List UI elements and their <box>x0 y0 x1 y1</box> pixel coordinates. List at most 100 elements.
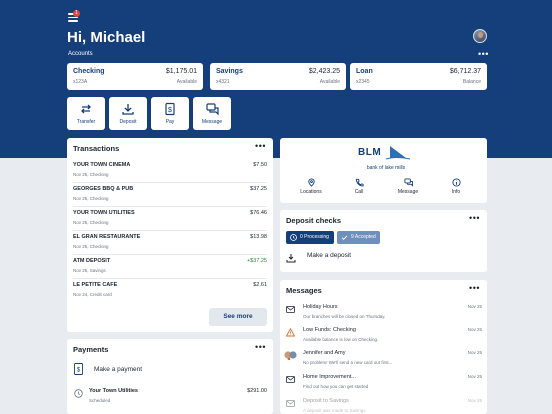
envelope-icon <box>286 400 295 407</box>
transaction-amount: +$37.25 <box>246 258 267 264</box>
transaction-row[interactable]: GEORGES BBQ & PUB Nov 25, Checking $37.2… <box>73 183 267 207</box>
message-row[interactable]: Low Funds: Checking Available balance is… <box>286 325 482 347</box>
message-preview: A deposit was made to Savings <box>303 408 366 413</box>
deposit-checks-title: Deposit checks <box>286 216 342 225</box>
accounts-more-icon[interactable]: ••• <box>478 49 489 59</box>
account-name: Checking <box>73 68 105 75</box>
processing-pill[interactable]: 0 Processing <box>286 231 334 244</box>
clock-icon <box>290 234 297 241</box>
transactions-card: Transactions ••• YOUR TOWN CINEMA Nov 25… <box>67 138 273 332</box>
account-amount-label: Available <box>176 79 197 85</box>
deposit-icon <box>122 104 134 115</box>
message-row[interactable]: Holiday Hours Our branches will be close… <box>286 302 482 324</box>
account-number: x123A <box>73 79 88 85</box>
payments-title: Payments <box>73 345 109 354</box>
account-amount-label: Available <box>319 79 340 85</box>
pay-label: Pay <box>165 119 175 125</box>
transaction-detail: Nov 25, Checking <box>73 196 109 201</box>
bank-message-label: Message <box>397 189 419 195</box>
transactions-more-icon[interactable]: ••• <box>255 141 266 151</box>
info-link[interactable]: Info <box>436 178 476 195</box>
transaction-row[interactable]: YOUR TOWN UTILITIES Nov 25, Checking $76… <box>73 207 267 231</box>
transaction-name: GEORGES BBQ & PUB <box>73 186 134 192</box>
transaction-row[interactable]: EL GRAN RESTAURANTE Nov 25, Checking $13… <box>73 231 267 255</box>
greeting: Hi, Michael <box>67 29 146 46</box>
notification-badge: 1 <box>73 10 80 17</box>
account-card-savings[interactable]: Savings x4321 $2,423.25 Available <box>210 63 346 90</box>
envelope-icon <box>286 376 295 383</box>
make-deposit-link[interactable]: Make a deposit <box>307 252 351 259</box>
locations-label: Locations <box>300 189 322 195</box>
transaction-row[interactable]: LE PETITE CAFE Nov 24, Credit card $2.61 <box>73 279 267 303</box>
transfer-icon <box>81 104 91 114</box>
bank-message-link[interactable]: Message <box>388 178 428 195</box>
transaction-detail: Nov 25, Checking <box>73 172 109 177</box>
accepted-label: 9 Accepted <box>351 234 376 240</box>
accepted-pill[interactable]: 9 Accepted <box>337 231 380 244</box>
account-amount-label: Balance <box>462 79 481 85</box>
messages-more-icon[interactable]: ••• <box>469 283 480 293</box>
see-more-button[interactable]: See more <box>209 308 267 326</box>
sail-logo-icon <box>385 146 410 160</box>
svg-text:$: $ <box>77 368 81 374</box>
bank-name: bank of lake mills <box>366 165 406 171</box>
message-preview: Find out how you can get started <box>303 384 369 389</box>
transfer-button[interactable]: Transfer <box>67 97 105 130</box>
account-card-loan[interactable]: Loan x2345 $6,712.37 Balance <box>350 63 487 90</box>
svg-text:$: $ <box>168 107 172 114</box>
messages-title: Messages <box>286 286 322 295</box>
transaction-detail: Nov 24, Credit card <box>73 292 112 297</box>
payments-more-icon[interactable]: ••• <box>255 342 266 352</box>
message-row[interactable]: Home Improvement... Find out how you can… <box>286 372 482 394</box>
message-date: Nov 25 <box>467 304 482 309</box>
account-number: x2345 <box>356 79 370 85</box>
message-preview: No problem! We'll send a new card out fi… <box>303 360 393 365</box>
deposit-label: Deposit <box>119 119 137 125</box>
locations-link[interactable]: Locations <box>291 178 331 195</box>
account-amount: $1,175.01 <box>165 68 197 75</box>
transaction-name: YOUR TOWN UTILITIES <box>73 210 135 216</box>
clock-icon <box>74 389 83 398</box>
envelope-icon <box>286 306 295 313</box>
transaction-name: LE PETITE CAFE <box>73 282 118 288</box>
transaction-detail: Nov 25, Checking <box>73 220 109 225</box>
message-preview: Our branches will be closed on Thursday. <box>303 314 386 319</box>
transaction-amount: $37.25 <box>250 186 267 192</box>
info-icon <box>451 178 461 187</box>
avatar[interactable] <box>473 29 487 43</box>
call-link[interactable]: Call <box>339 178 379 195</box>
make-payment-link[interactable]: Make a payment <box>94 366 142 373</box>
account-card-checking[interactable]: Checking x123A $1,175.01 Available <box>67 63 203 90</box>
deposit-button[interactable]: Deposit <box>109 97 147 130</box>
check-icon <box>341 235 348 240</box>
processing-label: 0 Processing <box>300 234 329 240</box>
message-icon <box>206 103 219 116</box>
message-label: Message <box>201 119 223 125</box>
transaction-name: ATM DEPOSIT <box>73 258 111 264</box>
phone-icon <box>355 178 364 187</box>
transaction-amount: $7.50 <box>253 162 267 168</box>
transaction-detail: Nov 25, Checking <box>73 244 109 249</box>
bank-logo: BLM <box>358 147 382 158</box>
deposit-more-icon[interactable]: ••• <box>469 213 480 223</box>
download-icon <box>286 254 296 263</box>
payment-payee[interactable]: Your Town Utilities <box>89 388 138 394</box>
transaction-detail: Nov 25, Savings <box>73 268 106 273</box>
transaction-row[interactable]: YOUR TOWN CINEMA Nov 25, Checking $7.50 <box>73 159 267 183</box>
message-row[interactable]: Deposit to Savings A deposit was made to… <box>286 396 482 414</box>
message-title: Holiday Hours <box>303 304 338 310</box>
account-name: Loan <box>356 68 373 75</box>
message-button[interactable]: Message <box>193 97 231 130</box>
transaction-name: EL GRAN RESTAURANTE <box>73 234 141 240</box>
pay-button[interactable]: $ Pay <box>151 97 189 130</box>
message-date: Nov 25 <box>467 374 482 379</box>
transaction-amount: $76.46 <box>250 210 267 216</box>
message-title: Home Improvement... <box>303 374 356 380</box>
avatars-icon <box>284 351 297 360</box>
account-amount: $6,712.37 <box>449 68 481 75</box>
transaction-row[interactable]: ATM DEPOSIT Nov 25, Savings +$37.25 <box>73 255 267 279</box>
account-amount: $2,423.25 <box>308 68 340 75</box>
message-row[interactable]: Jennifer and Amy No problem! We'll send … <box>284 348 482 370</box>
message-title: Deposit to Savings <box>303 398 349 404</box>
payment-amount: $291.00 <box>247 388 267 394</box>
